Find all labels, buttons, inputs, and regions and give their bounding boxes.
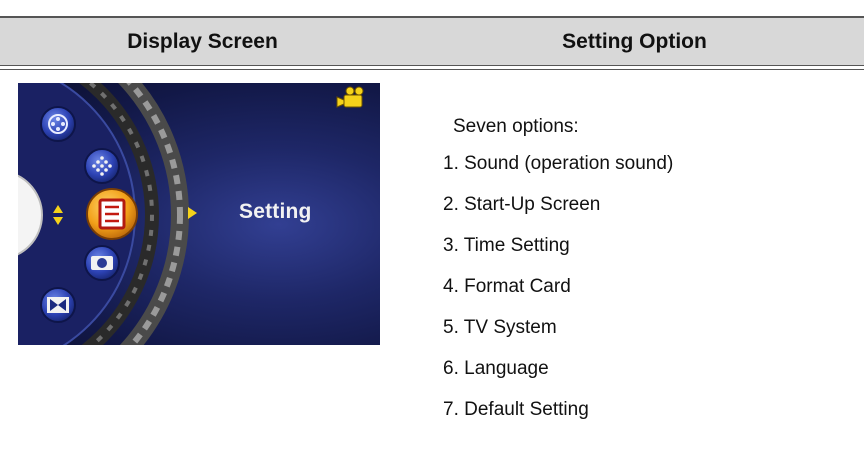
setting-list-icon — [86, 188, 138, 240]
video-camera-icon — [336, 86, 364, 108]
option-item: 2. Start-Up Screen — [443, 194, 601, 215]
option-item: 1. Sound (operation sound) — [443, 153, 674, 174]
camera-icon — [84, 245, 120, 281]
camera-menu-graphic — [18, 83, 364, 345]
settings-table: Display Screen Setting Option Setting Se… — [0, 0, 864, 468]
camera-menu-screenshot: Setting — [18, 83, 380, 345]
diamond-dots-icon — [84, 148, 120, 184]
right-arrow-icon — [188, 207, 197, 219]
film-reel-icon — [40, 106, 76, 142]
option-item: 7. Default Setting — [443, 399, 589, 420]
menu-label: Setting — [239, 200, 312, 223]
header-bottom-rule — [0, 65, 864, 70]
option-item: 4. Format Card — [443, 276, 571, 297]
option-item: 5. TV System — [443, 317, 557, 338]
options-intro: Seven options: — [453, 116, 579, 137]
display-screen-header: Display Screen — [127, 30, 278, 53]
option-item: 6. Language — [443, 358, 549, 379]
slideshow-icon — [40, 287, 76, 323]
option-item: 3. Time Setting — [443, 235, 570, 256]
setting-option-header: Setting Option — [562, 30, 707, 53]
